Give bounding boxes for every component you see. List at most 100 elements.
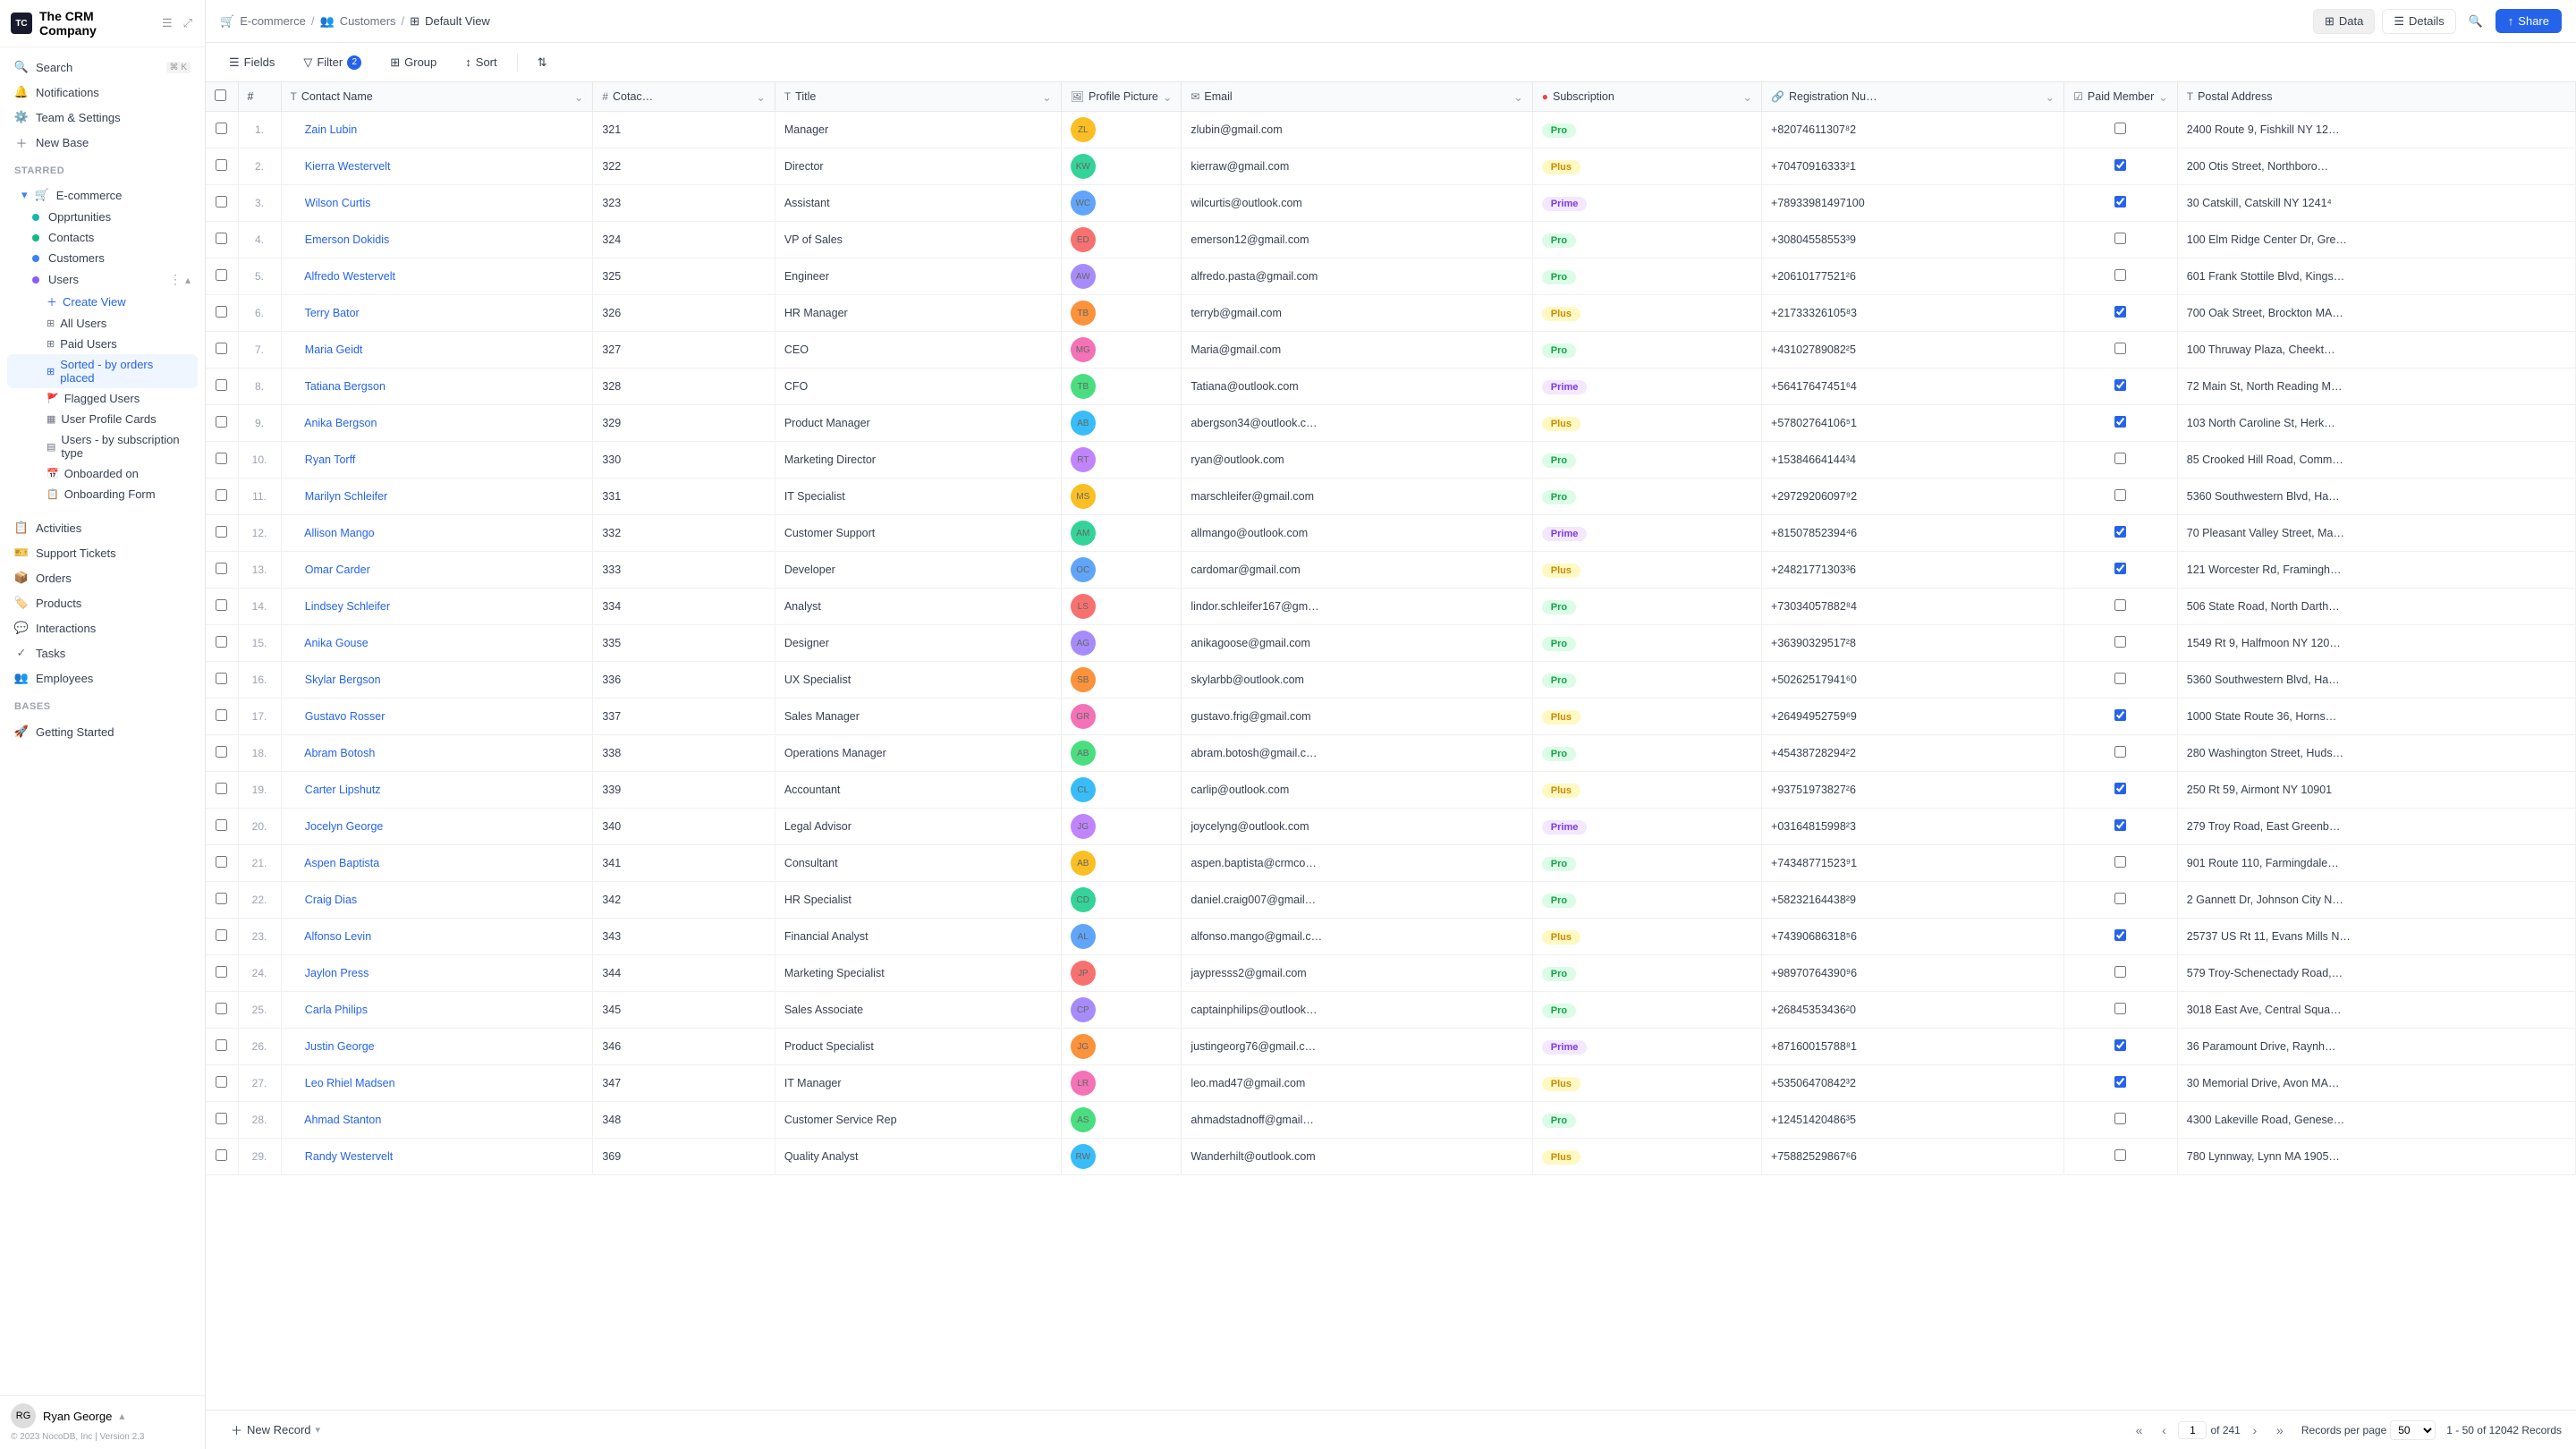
row-checkbox[interactable] — [216, 966, 227, 978]
row-checkbox[interactable] — [216, 343, 227, 354]
th-title-sort-icon[interactable]: ⌄ — [1042, 90, 1051, 104]
topbar-search-btn[interactable]: 🔍 — [2463, 9, 2488, 34]
sidebar-toggle-icon[interactable]: ☰ — [160, 14, 174, 32]
contact-name-link[interactable]: Kierra Westervelt — [305, 160, 391, 173]
sidebar-item-support-tickets[interactable]: 🎫 Support Tickets — [7, 540, 198, 565]
th-title[interactable]: T Title ⌄ — [775, 82, 1061, 112]
row-checkbox[interactable] — [216, 783, 227, 794]
row-checkbox[interactable] — [216, 856, 227, 868]
contact-name-link[interactable]: Abram Botosh — [304, 747, 375, 759]
sidebar-item-tasks[interactable]: ✓ Tasks — [7, 640, 198, 665]
sidebar-item-getting-started[interactable]: 🚀 Getting Started — [7, 719, 198, 744]
new-record-button[interactable]: ＋ New Record ▾ — [220, 1417, 331, 1443]
sort-button[interactable]: ↕ Sort — [456, 51, 505, 73]
paid-member-checkbox[interactable] — [2114, 453, 2126, 464]
row-checkbox[interactable] — [216, 636, 227, 648]
contact-name-link[interactable]: Jocelyn George — [305, 820, 384, 833]
paid-member-checkbox[interactable] — [2114, 746, 2126, 758]
contact-name-link[interactable]: Skylar Bergson — [305, 674, 381, 686]
contact-name-link[interactable]: Ryan Torff — [305, 453, 356, 466]
last-page-btn[interactable]: » — [2269, 1419, 2291, 1441]
contact-name-link[interactable]: Lindsey Schleifer — [305, 600, 390, 613]
sidebar-item-new-base[interactable]: ＋ New Base — [7, 130, 198, 155]
users-collapse-icon[interactable]: ▴ — [185, 274, 191, 286]
select-all-checkbox[interactable] — [215, 89, 226, 101]
contact-name-link[interactable]: Allison Mango — [304, 527, 375, 539]
th-subscription[interactable]: ● Subscription ⌄ — [1532, 82, 1761, 112]
sidebar-item-contacts[interactable]: Contacts — [7, 227, 198, 248]
row-checkbox[interactable] — [216, 746, 227, 758]
row-checkbox[interactable] — [216, 416, 227, 428]
paid-member-checkbox[interactable] — [2114, 416, 2126, 428]
paid-member-checkbox[interactable] — [2114, 893, 2126, 904]
sidebar-item-employees[interactable]: 👥 Employees — [7, 665, 198, 691]
sidebar-item-onboarded-on[interactable]: 📅 Onboarded on — [7, 463, 198, 484]
contact-name-link[interactable]: Craig Dias — [305, 894, 357, 906]
th-paid-sort-icon[interactable]: ⌄ — [2158, 90, 2167, 104]
page-number-input[interactable] — [2178, 1421, 2207, 1439]
new-record-dropdown-icon[interactable]: ▾ — [316, 1424, 321, 1436]
th-contact-name[interactable]: T Contact Name ⌄ — [281, 82, 593, 112]
first-page-btn[interactable]: « — [2128, 1419, 2149, 1441]
paid-member-checkbox[interactable] — [2114, 159, 2126, 171]
contact-name-link[interactable]: Terry Bator — [305, 307, 360, 319]
contact-name-link[interactable]: Wilson Curtis — [305, 197, 371, 209]
sidebar-expand-icon[interactable]: ⤢ — [182, 14, 194, 32]
contact-name-link[interactable]: Marilyn Schleifer — [305, 490, 387, 503]
sidebar-item-customers[interactable]: Customers — [7, 248, 198, 268]
rpp-select[interactable]: 50 100 200 — [2390, 1420, 2436, 1440]
contact-name-link[interactable]: Carter Lipshutz — [305, 784, 381, 796]
row-checkbox[interactable] — [216, 159, 227, 171]
paid-member-checkbox[interactable] — [2114, 123, 2126, 134]
users-more-icon[interactable]: ⋮ — [169, 272, 182, 287]
fields-button[interactable]: ☰ Fields — [220, 51, 284, 74]
row-checkbox[interactable] — [216, 306, 227, 318]
paid-member-checkbox[interactable] — [2114, 489, 2126, 501]
tab-data[interactable]: ⊞ Data — [2313, 9, 2375, 34]
user-info[interactable]: RG Ryan George ▴ — [11, 1403, 194, 1428]
sidebar-item-interactions[interactable]: 💬 Interactions — [7, 615, 198, 640]
row-checkbox[interactable] — [216, 1149, 227, 1161]
user-expand-icon[interactable]: ▴ — [119, 1410, 124, 1422]
th-contact-name-sort-icon[interactable]: ⌄ — [574, 90, 583, 104]
contact-name-link[interactable]: Anika Bergson — [304, 417, 377, 429]
th-email-sort-icon[interactable]: ⌄ — [1513, 90, 1522, 104]
paid-member-checkbox[interactable] — [2114, 599, 2126, 611]
paid-member-checkbox[interactable] — [2114, 1113, 2126, 1124]
paid-member-checkbox[interactable] — [2114, 196, 2126, 208]
contact-name-link[interactable]: Jaylon Press — [305, 967, 369, 979]
row-checkbox[interactable] — [216, 929, 227, 941]
paid-member-checkbox[interactable] — [2114, 856, 2126, 868]
row-checkbox[interactable] — [216, 1003, 227, 1014]
sidebar-item-products[interactable]: 🏷️ Products — [7, 590, 198, 615]
sidebar-item-user-profile-cards[interactable]: ▦ User Profile Cards — [7, 409, 198, 429]
th-reg-num[interactable]: 🔗 Registration Nu… ⌄ — [1762, 82, 2064, 112]
breadcrumb-customers[interactable]: Customers — [340, 14, 396, 28]
contact-name-link[interactable]: Omar Carder — [305, 564, 370, 576]
th-paid-member[interactable]: ☑ Paid Member ⌄ — [2064, 82, 2178, 112]
breadcrumb-ecommerce[interactable]: E-commerce — [240, 14, 306, 28]
sidebar-item-all-users[interactable]: ⊞ All Users — [7, 313, 198, 334]
row-checkbox[interactable] — [216, 489, 227, 501]
sidebar-item-activities[interactable]: 📋 Activities — [7, 515, 198, 540]
sidebar-item-orders[interactable]: 📦 Orders — [7, 565, 198, 590]
row-checkbox[interactable] — [216, 1113, 227, 1124]
paid-member-checkbox[interactable] — [2114, 1149, 2126, 1161]
contact-name-link[interactable]: Leo Rhiel Madsen — [305, 1077, 395, 1089]
paid-member-checkbox[interactable] — [2114, 269, 2126, 281]
sidebar-item-search[interactable]: 🔍 Search ⌘ K — [7, 55, 198, 80]
paid-member-checkbox[interactable] — [2114, 1003, 2126, 1014]
row-checkbox[interactable] — [216, 269, 227, 281]
th-cotac[interactable]: # Cotac… ⌄ — [593, 82, 775, 112]
paid-member-checkbox[interactable] — [2114, 966, 2126, 978]
th-email[interactable]: ✉ Email ⌄ — [1182, 82, 1532, 112]
contact-name-link[interactable]: Gustavo Rosser — [305, 710, 386, 723]
paid-member-checkbox[interactable] — [2114, 929, 2126, 941]
row-checkbox[interactable] — [216, 599, 227, 611]
th-postal[interactable]: T Postal Address — [2177, 82, 2575, 112]
th-sub-sort-icon[interactable]: ⌄ — [1743, 90, 1752, 104]
contact-name-link[interactable]: Carla Philips — [305, 1004, 368, 1016]
sidebar-item-opportunities[interactable]: Opprtunities — [7, 207, 198, 227]
contact-name-link[interactable]: Anika Gouse — [304, 637, 369, 649]
contact-name-link[interactable]: Aspen Baptista — [304, 857, 379, 869]
